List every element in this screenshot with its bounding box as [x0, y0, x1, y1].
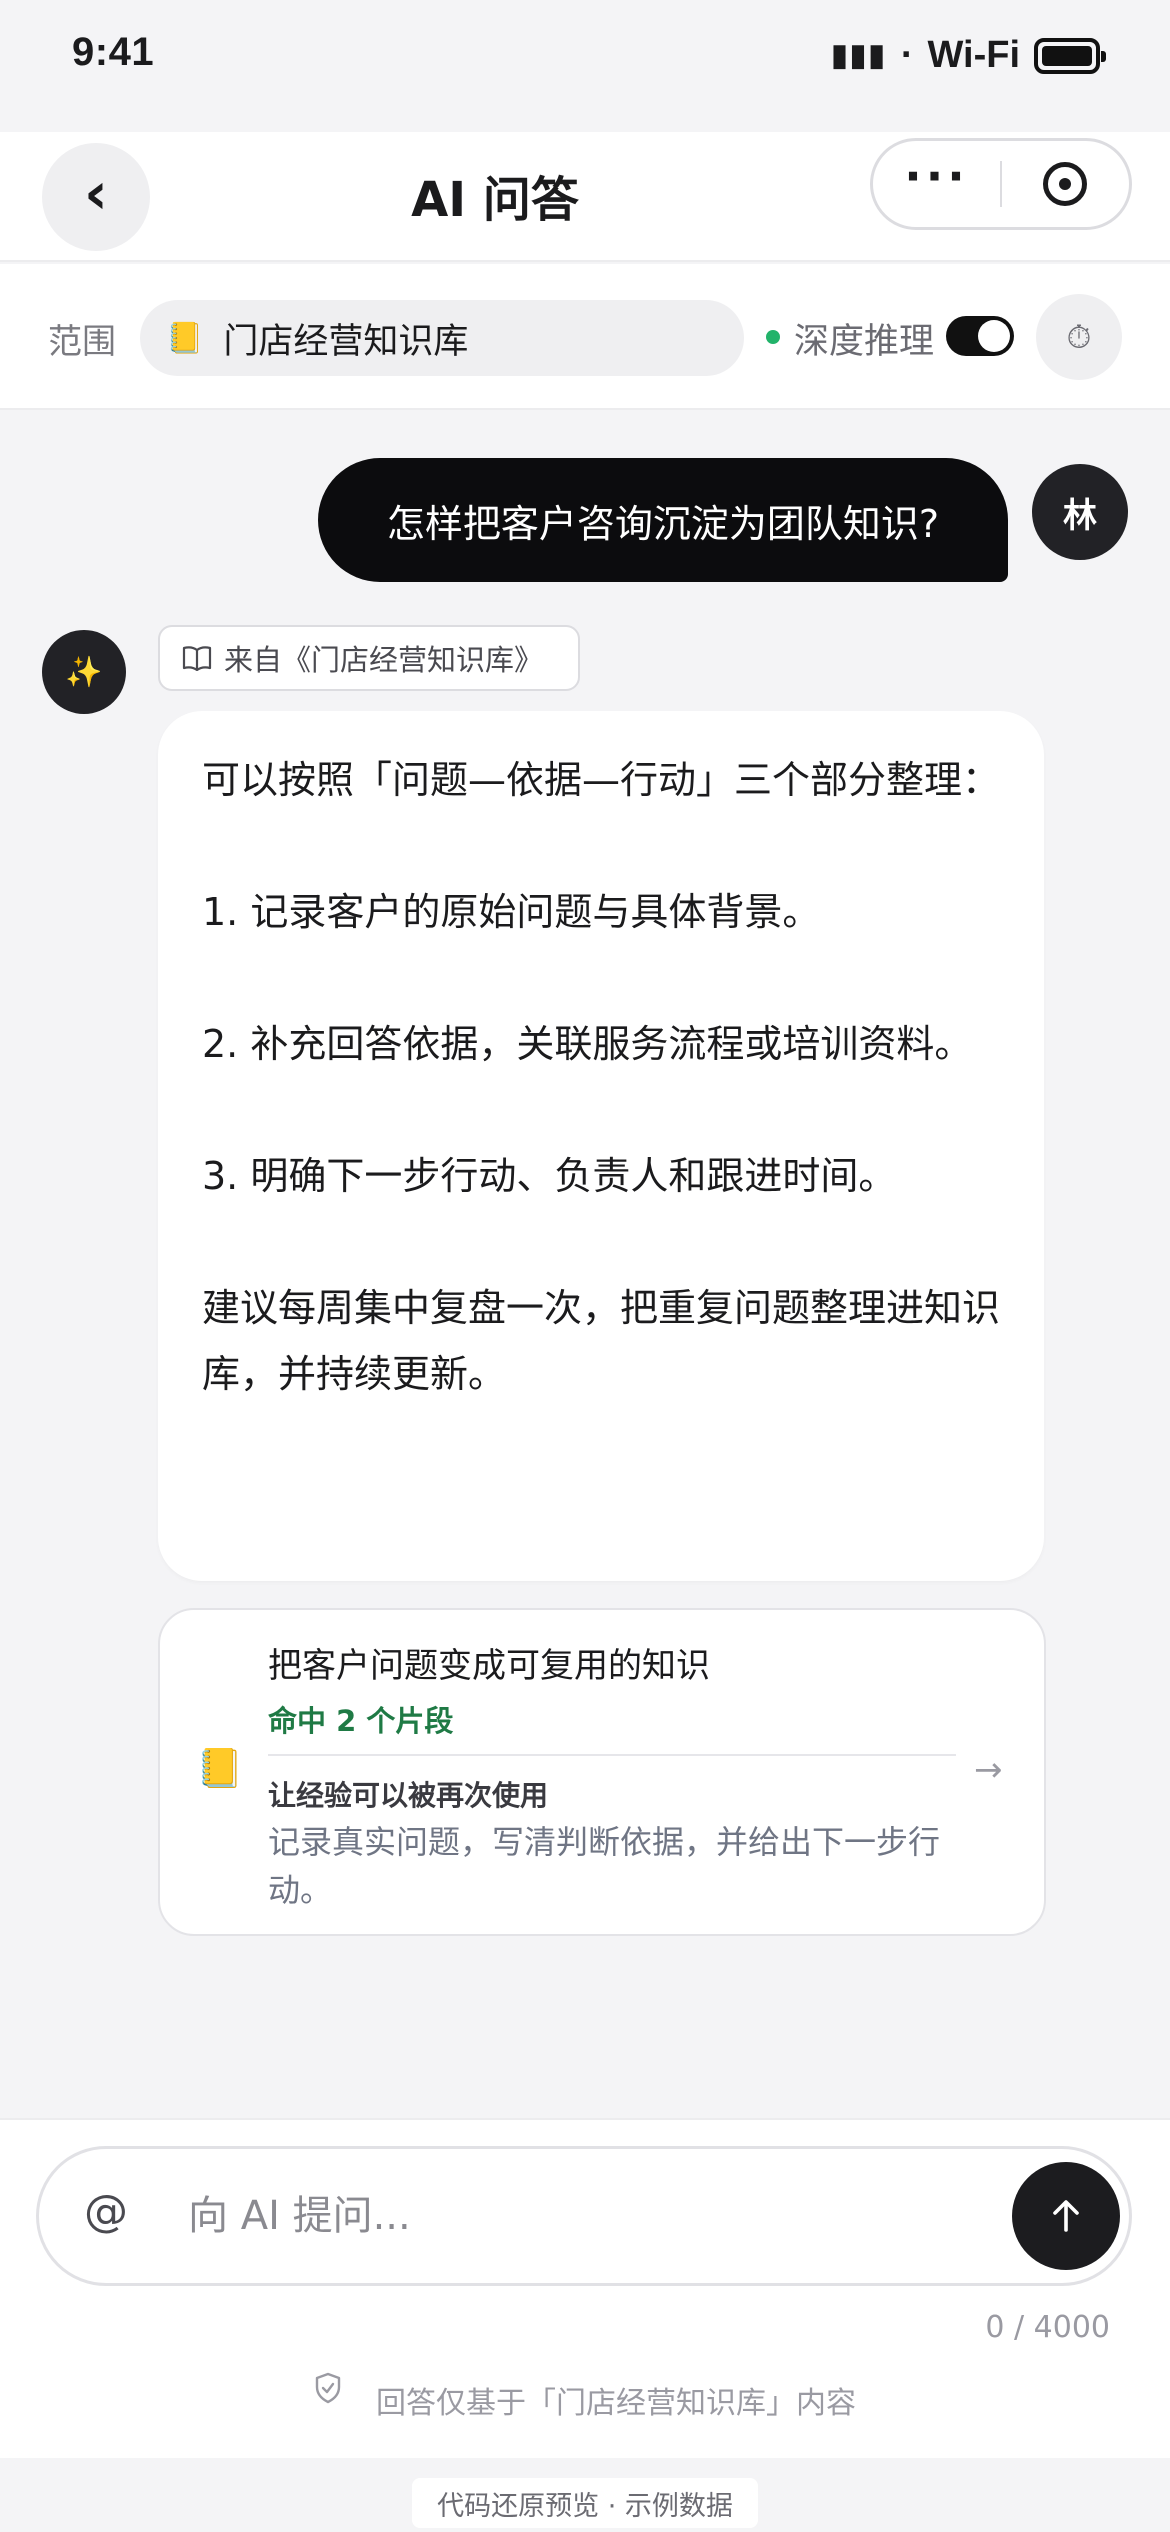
scope-note: 回答仅基于「门店经营知识库」内容	[376, 2386, 856, 2421]
ai-answer-card: 可以按照「问题—依据—行动」三个部分整理： 1. 记录客户的原始问题与具体背景。…	[158, 711, 1044, 1581]
answer-paragraph: 建议每周集中复盘一次，把重复问题整理进知识库，并持续更新。	[202, 1286, 1001, 1396]
deep-reasoning-label: 深度推理	[794, 322, 935, 362]
char-counter: 0 / 4000	[985, 2310, 1110, 2345]
battery-icon	[1034, 37, 1106, 74]
answer-paragraph: 1. 记录客户的原始问题与具体背景。	[202, 890, 821, 934]
send-button[interactable]	[1012, 2162, 1120, 2270]
kb-divider	[268, 1754, 956, 1756]
more-button[interactable]: ···	[873, 153, 1000, 199]
status-time: 9:41	[72, 30, 155, 74]
user-avatar: 林	[1032, 464, 1128, 560]
scope-value: 门店经营知识库	[223, 321, 469, 362]
target-icon	[1043, 162, 1088, 206]
question-input[interactable]	[188, 2176, 988, 2256]
kb-hit-count: 命中 2 个片段	[268, 1704, 454, 1738]
answer-paragraph: 可以按照「问题—依据—行动」三个部分整理：	[202, 758, 1001, 802]
signal-icon: ▮▮▮	[831, 39, 887, 72]
wifi-label: Wi-Fi	[927, 34, 1020, 76]
clock-icon: ⏱	[1066, 317, 1092, 356]
answer-paragraph: 2. 补充回答依据，关联服务流程或培训资料。	[202, 1022, 973, 1066]
source-text: 来自《门店经营知识库》	[224, 643, 544, 677]
notebook-icon: 📒	[196, 1746, 244, 1790]
back-button[interactable]: ‹	[42, 143, 150, 251]
kb-card-title: 把客户问题变成可复用的知识	[268, 1646, 710, 1686]
scope-label: 范围	[48, 322, 116, 362]
shield-icon	[315, 2372, 341, 2404]
answer-paragraph: 3. 明确下一步行动、负责人和跟进时间。	[202, 1154, 897, 1198]
ai-avatar: ✨	[42, 630, 126, 714]
book-icon	[182, 646, 212, 671]
chevron-left-icon: ‹	[84, 159, 108, 227]
status-indicators: ▮▮▮ · Wi-Fi	[831, 34, 1106, 77]
preview-label: 代码还原预览 · 示例数据	[412, 2478, 758, 2528]
status-separator: ·	[900, 34, 914, 76]
close-button[interactable]	[1002, 162, 1129, 206]
status-dot	[766, 330, 780, 344]
history-button[interactable]: ⏱	[1036, 294, 1122, 380]
notebook-icon: 📒	[166, 320, 204, 356]
page-title: AI 问答	[411, 172, 579, 228]
sparkle-icon: ✨	[65, 654, 103, 690]
scope-selector[interactable]: 📒 门店经营知识库	[140, 300, 744, 376]
user-message-text: 怎样把客户咨询沉淀为团队知识?	[386, 501, 940, 546]
kb-snippet-title: 让经验可以被再次使用	[268, 1779, 549, 1812]
source-chip[interactable]: 来自《门店经营知识库》	[158, 625, 580, 691]
user-message-bubble: 怎样把客户咨询沉淀为团队知识?	[318, 458, 1008, 582]
kb-snippet-text: 记录真实问题，写清判断依据，并给出下一步行动。	[268, 1823, 941, 1909]
arrow-right-icon: →	[974, 1750, 1003, 1790]
arrow-up-icon	[1053, 2200, 1079, 2232]
mini-program-capsule: ···	[870, 138, 1132, 230]
deep-reasoning-toggle[interactable]	[946, 316, 1014, 356]
mention-button[interactable]: @	[84, 2186, 128, 2237]
